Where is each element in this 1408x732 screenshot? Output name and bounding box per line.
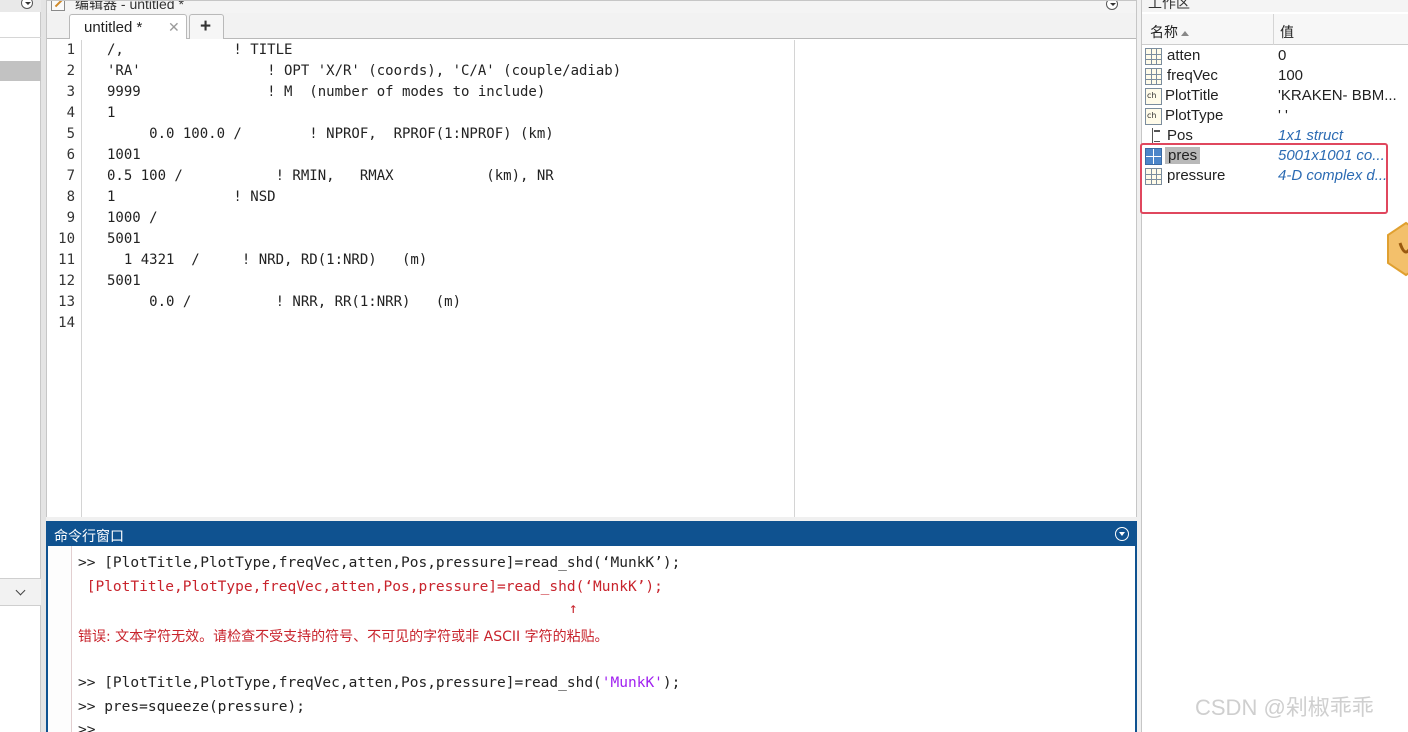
editor-pen-icon bbox=[51, 1, 65, 11]
string-literal: 'MunkK' bbox=[601, 675, 663, 691]
code-line[interactable]: 1001 bbox=[107, 145, 141, 166]
workspace-title: 工作区 bbox=[1148, 0, 1190, 11]
line-number: 6 bbox=[66, 147, 75, 163]
new-tab-button[interactable]: + bbox=[189, 14, 224, 39]
error-message: 错误: 文本字符无效。请检查不受支持的符号、不可见的字符或非 ASCII 字符的… bbox=[78, 629, 609, 645]
code-line[interactable]: 1 4321 / ! NRD, RD(1:NRD) (m) bbox=[107, 250, 427, 271]
line-number: 8 bbox=[66, 189, 75, 205]
line-number: 14 bbox=[58, 315, 75, 331]
variable-name: Pos bbox=[1167, 127, 1193, 144]
close-icon[interactable]: ✕ bbox=[168, 19, 180, 36]
code-line[interactable]: 5001 bbox=[107, 271, 141, 292]
line-number: 10 bbox=[58, 231, 75, 247]
code-line[interactable]: 0.0 / ! NRR, RR(1:NRR) (m) bbox=[107, 292, 461, 313]
editor-title-bar: 编辑器 - untitled * bbox=[47, 1, 1136, 13]
command-text: ); bbox=[662, 675, 681, 691]
code-line[interactable]: 0.0 100.0 / ! NPROF, RPROF(1:NPROF) (km) bbox=[107, 124, 554, 145]
line-number: 3 bbox=[66, 84, 75, 100]
command-line: >> [PlotTitle,PlotType,freqVec,atten,Pos… bbox=[78, 675, 680, 691]
selected-file-row[interactable] bbox=[0, 61, 41, 81]
line-number: 12 bbox=[58, 273, 75, 289]
workspace-variable-row[interactable]: ch PlotTitle 'KRAKEN- BBM... bbox=[1142, 86, 1408, 106]
command-window-title-bar: 命令行窗口 bbox=[48, 523, 1135, 546]
grid-icon bbox=[1145, 68, 1162, 85]
variable-name: atten bbox=[1167, 47, 1201, 64]
code-line[interactable]: 1 bbox=[107, 103, 115, 124]
code-line[interactable]: 1 ! NSD bbox=[107, 187, 276, 208]
workspace-variable-row[interactable]: freqVec 100 bbox=[1142, 66, 1408, 86]
variable-name: PlotTitle bbox=[1165, 87, 1219, 104]
line-number: 13 bbox=[58, 294, 75, 310]
variable-value: 'KRAKEN- BBM... bbox=[1278, 87, 1397, 104]
tab-untitled[interactable]: untitled * ✕ bbox=[69, 14, 187, 39]
variable-name: PlotType bbox=[1165, 107, 1224, 124]
command-window-actions-icon[interactable] bbox=[1115, 527, 1129, 541]
workspace-column-header: 名称 值 bbox=[1142, 14, 1408, 45]
workspace-variable-row[interactable]: ch PlotType ' ' bbox=[1142, 106, 1408, 126]
editor-tab-bar: untitled * ✕ + bbox=[47, 13, 1136, 39]
divider bbox=[0, 37, 41, 38]
line-number-gutter: 1 2 3 4 5 6 7 8 9 10 11 12 13 14 bbox=[47, 40, 82, 517]
code-line[interactable]: 'RA' ! OPT 'X/R' (coords), 'C/A' (couple… bbox=[107, 61, 621, 82]
line-number: 9 bbox=[66, 210, 75, 226]
matlab-desktop: 编辑器 - untitled * untitled * ✕ + 1 2 3 4 … bbox=[0, 0, 1408, 732]
line-number: 4 bbox=[66, 105, 75, 121]
variable-value: 1x1 struct bbox=[1278, 127, 1344, 144]
error-echo-line: [PlotTitle,PlotType,freqVec,atten,Pos,pr… bbox=[78, 579, 663, 595]
chevron-down-icon[interactable] bbox=[15, 585, 26, 596]
line-number: 5 bbox=[66, 126, 75, 142]
command-window[interactable]: 命令行窗口 fx >> [PlotTitle,PlotType,freqVec,… bbox=[46, 521, 1137, 732]
details-bar[interactable] bbox=[0, 578, 41, 606]
variable-value: 100 bbox=[1278, 67, 1304, 84]
command-line: >> pres=squeeze(pressure); bbox=[78, 699, 305, 715]
sort-ascending-icon bbox=[1181, 30, 1189, 36]
code-line[interactable]: 0.5 100 / ! RMIN, RMAX (km), NR bbox=[107, 166, 554, 187]
char-icon: ch bbox=[1145, 108, 1162, 125]
code-line[interactable]: /, ! TITLE bbox=[107, 40, 292, 61]
panel-actions-icon[interactable] bbox=[21, 0, 33, 9]
tab-label: untitled * bbox=[84, 19, 143, 36]
line-number: 11 bbox=[58, 252, 75, 268]
current-folder-panel bbox=[0, 0, 41, 732]
grid-icon bbox=[1145, 48, 1162, 65]
char-icon: ch bbox=[1145, 88, 1162, 105]
right-text-margin bbox=[794, 40, 795, 517]
command-window-title: 命令行窗口 bbox=[54, 528, 124, 544]
code-line[interactable]: 9999 ! M (number of modes to include) bbox=[107, 82, 545, 103]
plus-icon: + bbox=[200, 16, 212, 37]
line-number: 1 bbox=[66, 42, 75, 58]
error-caret: ↑ bbox=[80, 601, 578, 617]
command-line: >> [PlotTitle,PlotType,freqVec,atten,Pos… bbox=[78, 555, 681, 571]
line-number: 7 bbox=[66, 168, 75, 184]
editor-title: 编辑器 - untitled * bbox=[75, 1, 184, 12]
variable-value: 0 bbox=[1278, 47, 1287, 64]
workspace-title-bar: 工作区 bbox=[1142, 0, 1408, 12]
code-line[interactable]: 1000 / bbox=[107, 208, 158, 229]
line-number: 2 bbox=[66, 63, 75, 79]
column-name-header[interactable]: 名称 bbox=[1150, 22, 1189, 42]
floating-assistant-icon[interactable] bbox=[1386, 221, 1408, 277]
workspace-panel: 工作区 名称 值 atten 0 freqVec 100 ch PlotTitl… bbox=[1140, 0, 1408, 732]
variable-value: ' ' bbox=[1278, 107, 1288, 124]
watermark: CSDN @剁椒乖乖 bbox=[1195, 695, 1374, 720]
column-name-label: 名称 bbox=[1150, 24, 1178, 40]
code-line[interactable]: 5001 bbox=[107, 229, 141, 250]
highlight-annotation-box bbox=[1140, 143, 1388, 214]
variable-name: freqVec bbox=[1167, 67, 1218, 84]
code-editor[interactable]: 1 2 3 4 5 6 7 8 9 10 11 12 13 14 /, ! TI… bbox=[47, 40, 1136, 517]
editor-panel: 编辑器 - untitled * untitled * ✕ + 1 2 3 4 … bbox=[46, 0, 1137, 517]
panel-title-bar bbox=[0, 0, 41, 12]
column-divider[interactable] bbox=[1273, 14, 1274, 45]
column-value-header[interactable]: 值 bbox=[1280, 22, 1294, 42]
workspace-variable-row[interactable]: atten 0 bbox=[1142, 46, 1408, 66]
command-text: >> [PlotTitle,PlotType,freqVec,atten,Pos… bbox=[78, 675, 602, 691]
editor-actions-icon[interactable] bbox=[1106, 1, 1118, 10]
command-prompt[interactable]: >> bbox=[78, 722, 95, 732]
command-gutter: fx bbox=[48, 546, 72, 732]
